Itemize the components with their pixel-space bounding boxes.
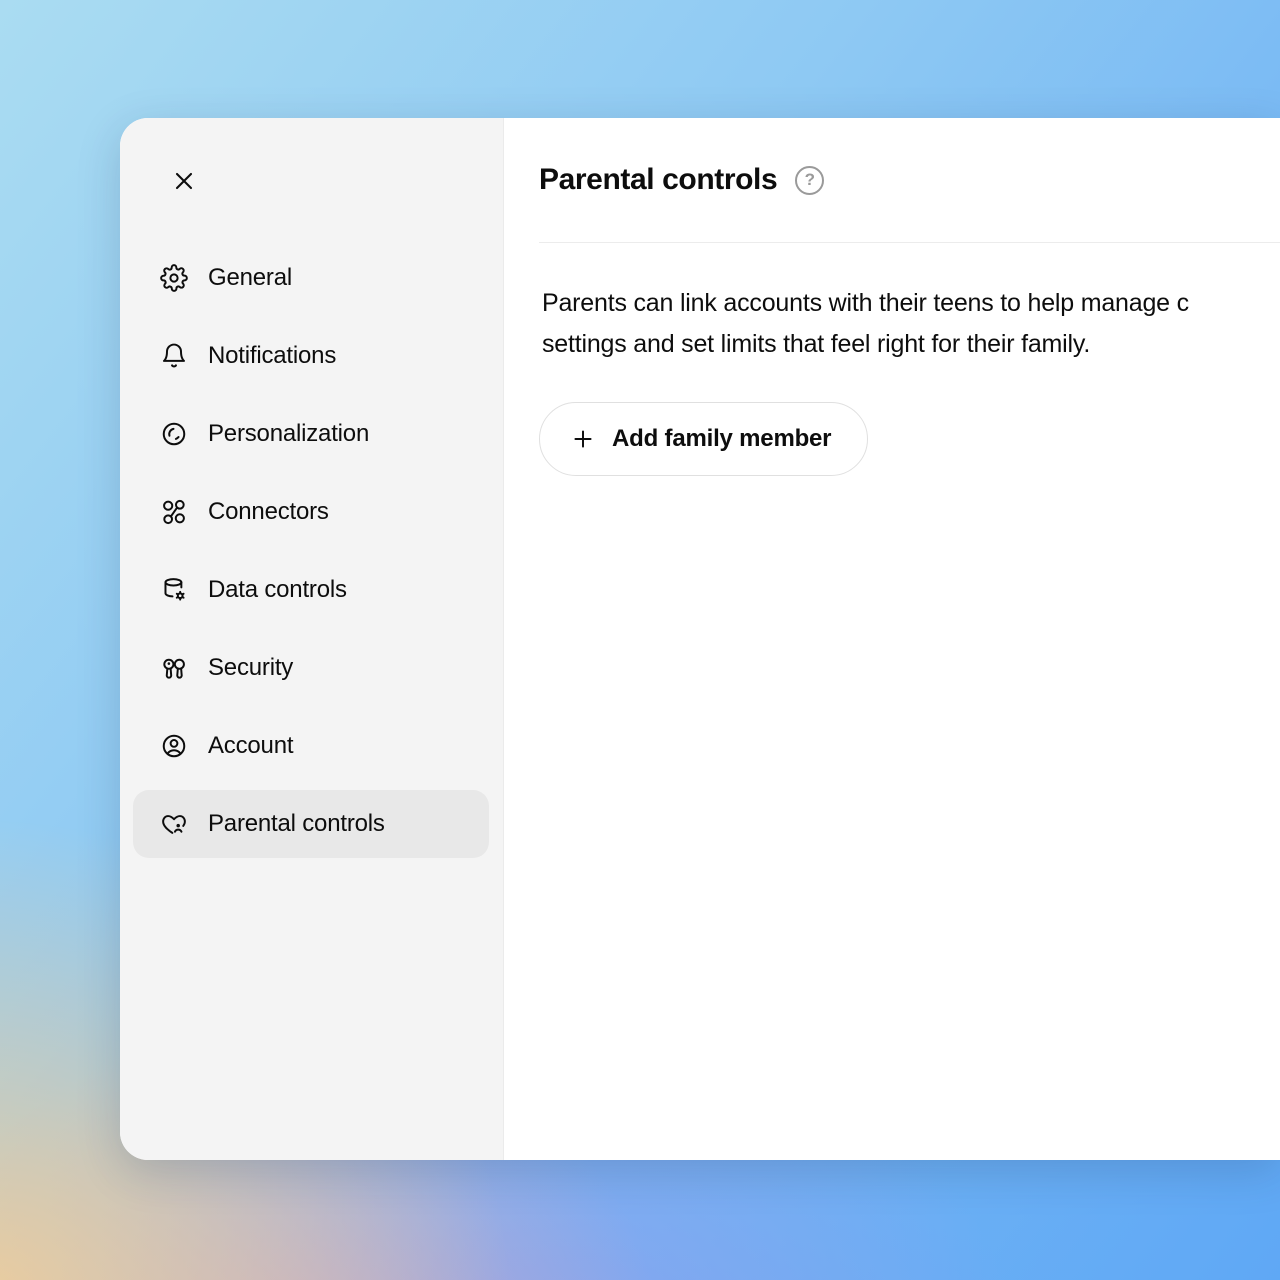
sidebar-item-label: Connectors xyxy=(208,498,329,526)
heart-person-icon xyxy=(160,810,188,838)
sidebar-item-general[interactable]: General xyxy=(133,244,489,312)
add-family-member-label: Add family member xyxy=(612,425,831,453)
sidebar-item-notifications[interactable]: Notifications xyxy=(133,322,489,390)
sidebar-item-data-controls[interactable]: Data controls xyxy=(133,556,489,624)
keys-icon xyxy=(160,654,188,682)
settings-dialog: General Notifications Personalization Conne… xyxy=(120,118,1280,1160)
close-icon xyxy=(170,167,198,195)
close-button[interactable] xyxy=(166,163,202,199)
database-gear-icon xyxy=(160,576,188,604)
settings-sidebar: General Notifications Personalization Conne… xyxy=(120,118,503,1160)
description-line-2: settings and set limits that feel right … xyxy=(542,324,1280,365)
sidebar-item-security[interactable]: Security xyxy=(133,634,489,702)
sidebar-item-personalization[interactable]: Personalization xyxy=(133,400,489,468)
sidebar-item-parental-controls[interactable]: Parental controls xyxy=(133,790,489,858)
gear-icon xyxy=(160,264,188,292)
personalization-icon xyxy=(160,420,188,448)
divider xyxy=(539,242,1280,243)
sidebar-item-label: Security xyxy=(208,654,293,682)
bell-icon xyxy=(160,342,188,370)
sidebar-item-label: General xyxy=(208,264,292,292)
sidebar-item-connectors[interactable]: Connectors xyxy=(133,478,489,546)
sidebar-nav: General Notifications Personalization Conne… xyxy=(133,244,489,858)
add-family-member-button[interactable]: Add family member xyxy=(539,402,868,476)
content-header: Parental controls ? xyxy=(539,160,1280,200)
sidebar-item-label: Data controls xyxy=(208,576,347,604)
sidebar-item-label: Account xyxy=(208,732,293,760)
description-text: Parents can link accounts with their tee… xyxy=(542,283,1280,365)
help-icon[interactable]: ? xyxy=(795,166,824,195)
user-circle-icon xyxy=(160,732,188,760)
sidebar-item-account[interactable]: Account xyxy=(133,712,489,780)
sidebar-item-label: Personalization xyxy=(208,420,369,448)
settings-content: Parental controls ? Parents can link acc… xyxy=(503,118,1280,1160)
description-line-1: Parents can link accounts with their tee… xyxy=(542,283,1280,324)
connectors-icon xyxy=(160,498,188,526)
sidebar-item-label: Parental controls xyxy=(208,810,385,838)
sidebar-item-label: Notifications xyxy=(208,342,336,370)
page-title: Parental controls xyxy=(539,160,777,200)
plus-icon xyxy=(570,426,596,452)
